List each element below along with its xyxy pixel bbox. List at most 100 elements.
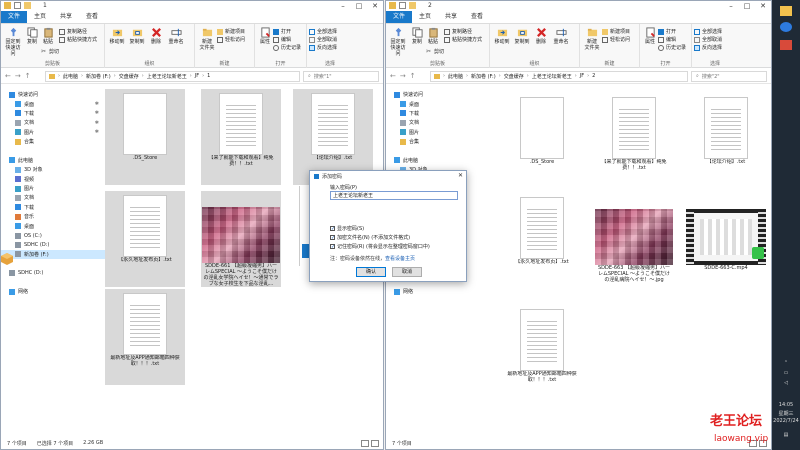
pin-quick-access-button[interactable]: 固定到快速访问	[4, 27, 22, 57]
rename-button[interactable]: 重命名	[552, 27, 570, 45]
network-tray-icon[interactable]: ▭	[772, 370, 800, 376]
move-to-button[interactable]: 移动到	[109, 27, 125, 45]
maximize-button[interactable]: □	[739, 1, 755, 11]
tab-file[interactable]: 文件	[1, 11, 28, 23]
file-item[interactable]: 【来了就能下载和观看】纯免费！！.txt	[594, 93, 674, 189]
volume-tray-icon[interactable]: ◁	[772, 380, 800, 386]
nav-item[interactable]: 文档	[386, 118, 490, 127]
delete-button[interactable]: 删除	[534, 27, 548, 45]
move-to-button[interactable]: 移动到	[494, 27, 510, 45]
back-arrow-icon[interactable]: ←	[390, 72, 396, 80]
file-item[interactable]: 最新地址及APP通知邮箱四种获取！！！.txt	[105, 289, 185, 385]
clock-time[interactable]: 14:05	[772, 402, 800, 408]
nav-item[interactable]: 下载	[386, 109, 490, 118]
select-all-button[interactable]: 全部选择	[309, 28, 337, 35]
show-password-checkbox[interactable]: ✓ 显示密码(S)	[330, 225, 364, 232]
nav-item[interactable]: 桌面	[1, 221, 105, 230]
nav-item[interactable]: 下载	[1, 203, 105, 212]
nav-item[interactable]: 视频	[1, 175, 105, 184]
breadcrumb-item[interactable]: 新加卷 (F:)	[471, 73, 496, 80]
tab-home[interactable]: 主页	[412, 11, 438, 23]
encrypt-filename-checkbox[interactable]: ✓ 加密文件名(N) (不添加文件格式)	[330, 234, 410, 241]
new-item-button[interactable]: 新建项目	[602, 28, 630, 35]
file-item[interactable]: 【论坛介绍】.txt	[686, 93, 766, 189]
nav-item[interactable]: 文档 ✱	[1, 118, 105, 127]
close-button[interactable]: ✕	[755, 1, 771, 11]
copy-path-button[interactable]: 复制路径	[444, 28, 472, 35]
nav-item[interactable]: 文档	[1, 193, 105, 202]
nav-item[interactable]: 音乐	[1, 212, 105, 221]
paste-button[interactable]: 粘贴	[426, 27, 440, 45]
paste-shortcut-button[interactable]: 粘贴快捷方式	[444, 36, 482, 43]
nav-item[interactable]: 合集	[386, 137, 490, 146]
nav-item[interactable]: SDHC (D:)	[1, 240, 105, 249]
breadcrumb-item[interactable]: 1	[207, 73, 210, 79]
properties-button[interactable]: 属性	[643, 27, 657, 45]
remember-password-checkbox[interactable]: ✓ 记住密码(R) (将会显示在整理密码窗口中)	[330, 243, 430, 250]
file-item[interactable]: 【来了就能下载和观看】纯免费！！.txt	[201, 89, 281, 185]
up-arrow-icon[interactable]: ↑	[25, 72, 31, 80]
nav-item[interactable]: 图片	[386, 128, 490, 137]
nav-item[interactable]: 下载 ✱	[1, 109, 105, 118]
new-folder-button[interactable]: 新建 文件夹	[583, 27, 601, 51]
pin-icon[interactable]: ✱	[95, 110, 99, 116]
tab-view[interactable]: 查看	[464, 11, 490, 23]
properties-icon[interactable]	[14, 2, 21, 9]
select-none-button[interactable]: 全部取消	[694, 36, 722, 43]
nav-item[interactable]: 桌面 ✱	[1, 99, 105, 108]
cut-button[interactable]: ✂ 剪切	[426, 48, 444, 55]
copy-to-button[interactable]: 复制到	[514, 27, 530, 45]
details-view-icon[interactable]	[361, 440, 369, 447]
large-icons-view-icon[interactable]	[371, 440, 379, 447]
nav-item[interactable]: 3D 对象	[1, 165, 105, 174]
up-chevron-icon[interactable]: ⌃	[772, 360, 800, 366]
tab-view[interactable]: 查看	[79, 11, 105, 23]
history-button[interactable]: 历史记录	[273, 44, 301, 51]
pin-icon[interactable]: ✱	[95, 120, 99, 126]
properties-button[interactable]: 属性	[258, 27, 272, 45]
nav-item[interactable]: 图片	[1, 184, 105, 193]
pin-icon[interactable]: ✱	[95, 101, 99, 107]
nav-item[interactable]: 此电脑	[386, 156, 490, 165]
nav-item[interactable]: 快速访问	[386, 90, 490, 99]
tab-share[interactable]: 共享	[53, 11, 79, 23]
up-arrow-icon[interactable]: ↑	[410, 72, 416, 80]
breadcrumb-item[interactable]: 此电脑	[448, 73, 463, 80]
breadcrumb-item[interactable]: JF	[580, 73, 584, 79]
cut-button[interactable]: ✂ 剪切	[41, 48, 59, 55]
nav-item[interactable]: 网络	[386, 287, 490, 296]
open-button[interactable]: 打开	[273, 28, 291, 35]
nav-item[interactable]: 快速访问	[1, 90, 105, 99]
breadcrumb-item[interactable]: JF	[195, 73, 199, 79]
edit-button[interactable]: 编辑	[658, 36, 676, 43]
search-input[interactable]: ⌕ 搜索"2"	[691, 70, 767, 82]
file-item[interactable]: 【永久地址发布页】.txt	[105, 191, 185, 287]
nav-item[interactable]: 此电脑	[1, 156, 105, 165]
close-icon[interactable]: ✕	[458, 172, 463, 179]
file-item[interactable]: 【永久地址发布页】.txt	[502, 193, 582, 289]
new-item-button[interactable]: 新建项目	[217, 28, 245, 35]
nav-item[interactable]: SDHC (D:)	[1, 268, 105, 277]
tab-home[interactable]: 主页	[27, 11, 53, 23]
edit-button[interactable]: 编辑	[273, 36, 291, 43]
copy-button[interactable]: 复制	[410, 27, 424, 45]
maximize-button[interactable]: □	[351, 1, 367, 11]
nav-item[interactable]: OS (C:)	[1, 231, 105, 240]
tab-share[interactable]: 共享	[438, 11, 464, 23]
file-item[interactable]: .DS_Store	[105, 89, 185, 185]
app-icon[interactable]	[780, 40, 792, 50]
file-item[interactable]: .DS_Store	[502, 93, 582, 189]
nav-item[interactable]: 新加卷 (F:)	[1, 249, 105, 260]
paste-shortcut-button[interactable]: 粘贴快捷方式	[59, 36, 97, 43]
tab-file[interactable]: 文件	[386, 11, 413, 23]
nav-item[interactable]: 网络	[1, 287, 105, 296]
paste-button[interactable]: 粘贴	[41, 27, 55, 45]
nav-item[interactable]: 图片 ✱	[1, 128, 105, 137]
new-folder-button[interactable]: 新建 文件夹	[198, 27, 216, 51]
pin-quick-access-button[interactable]: 固定到快速访问	[389, 27, 407, 57]
breadcrumb-item[interactable]: 交盘缓存	[119, 73, 139, 80]
pin-icon[interactable]: ✱	[95, 129, 99, 135]
breadcrumb-item[interactable]: 上老王论坛新老王	[147, 73, 187, 80]
file-item[interactable]: SDDE-663 【超級凝縮男】ハーレムSPECIAL ～ようこそ僕だけの淫乱病…	[594, 193, 674, 289]
copy-path-button[interactable]: 复制路径	[59, 28, 87, 35]
